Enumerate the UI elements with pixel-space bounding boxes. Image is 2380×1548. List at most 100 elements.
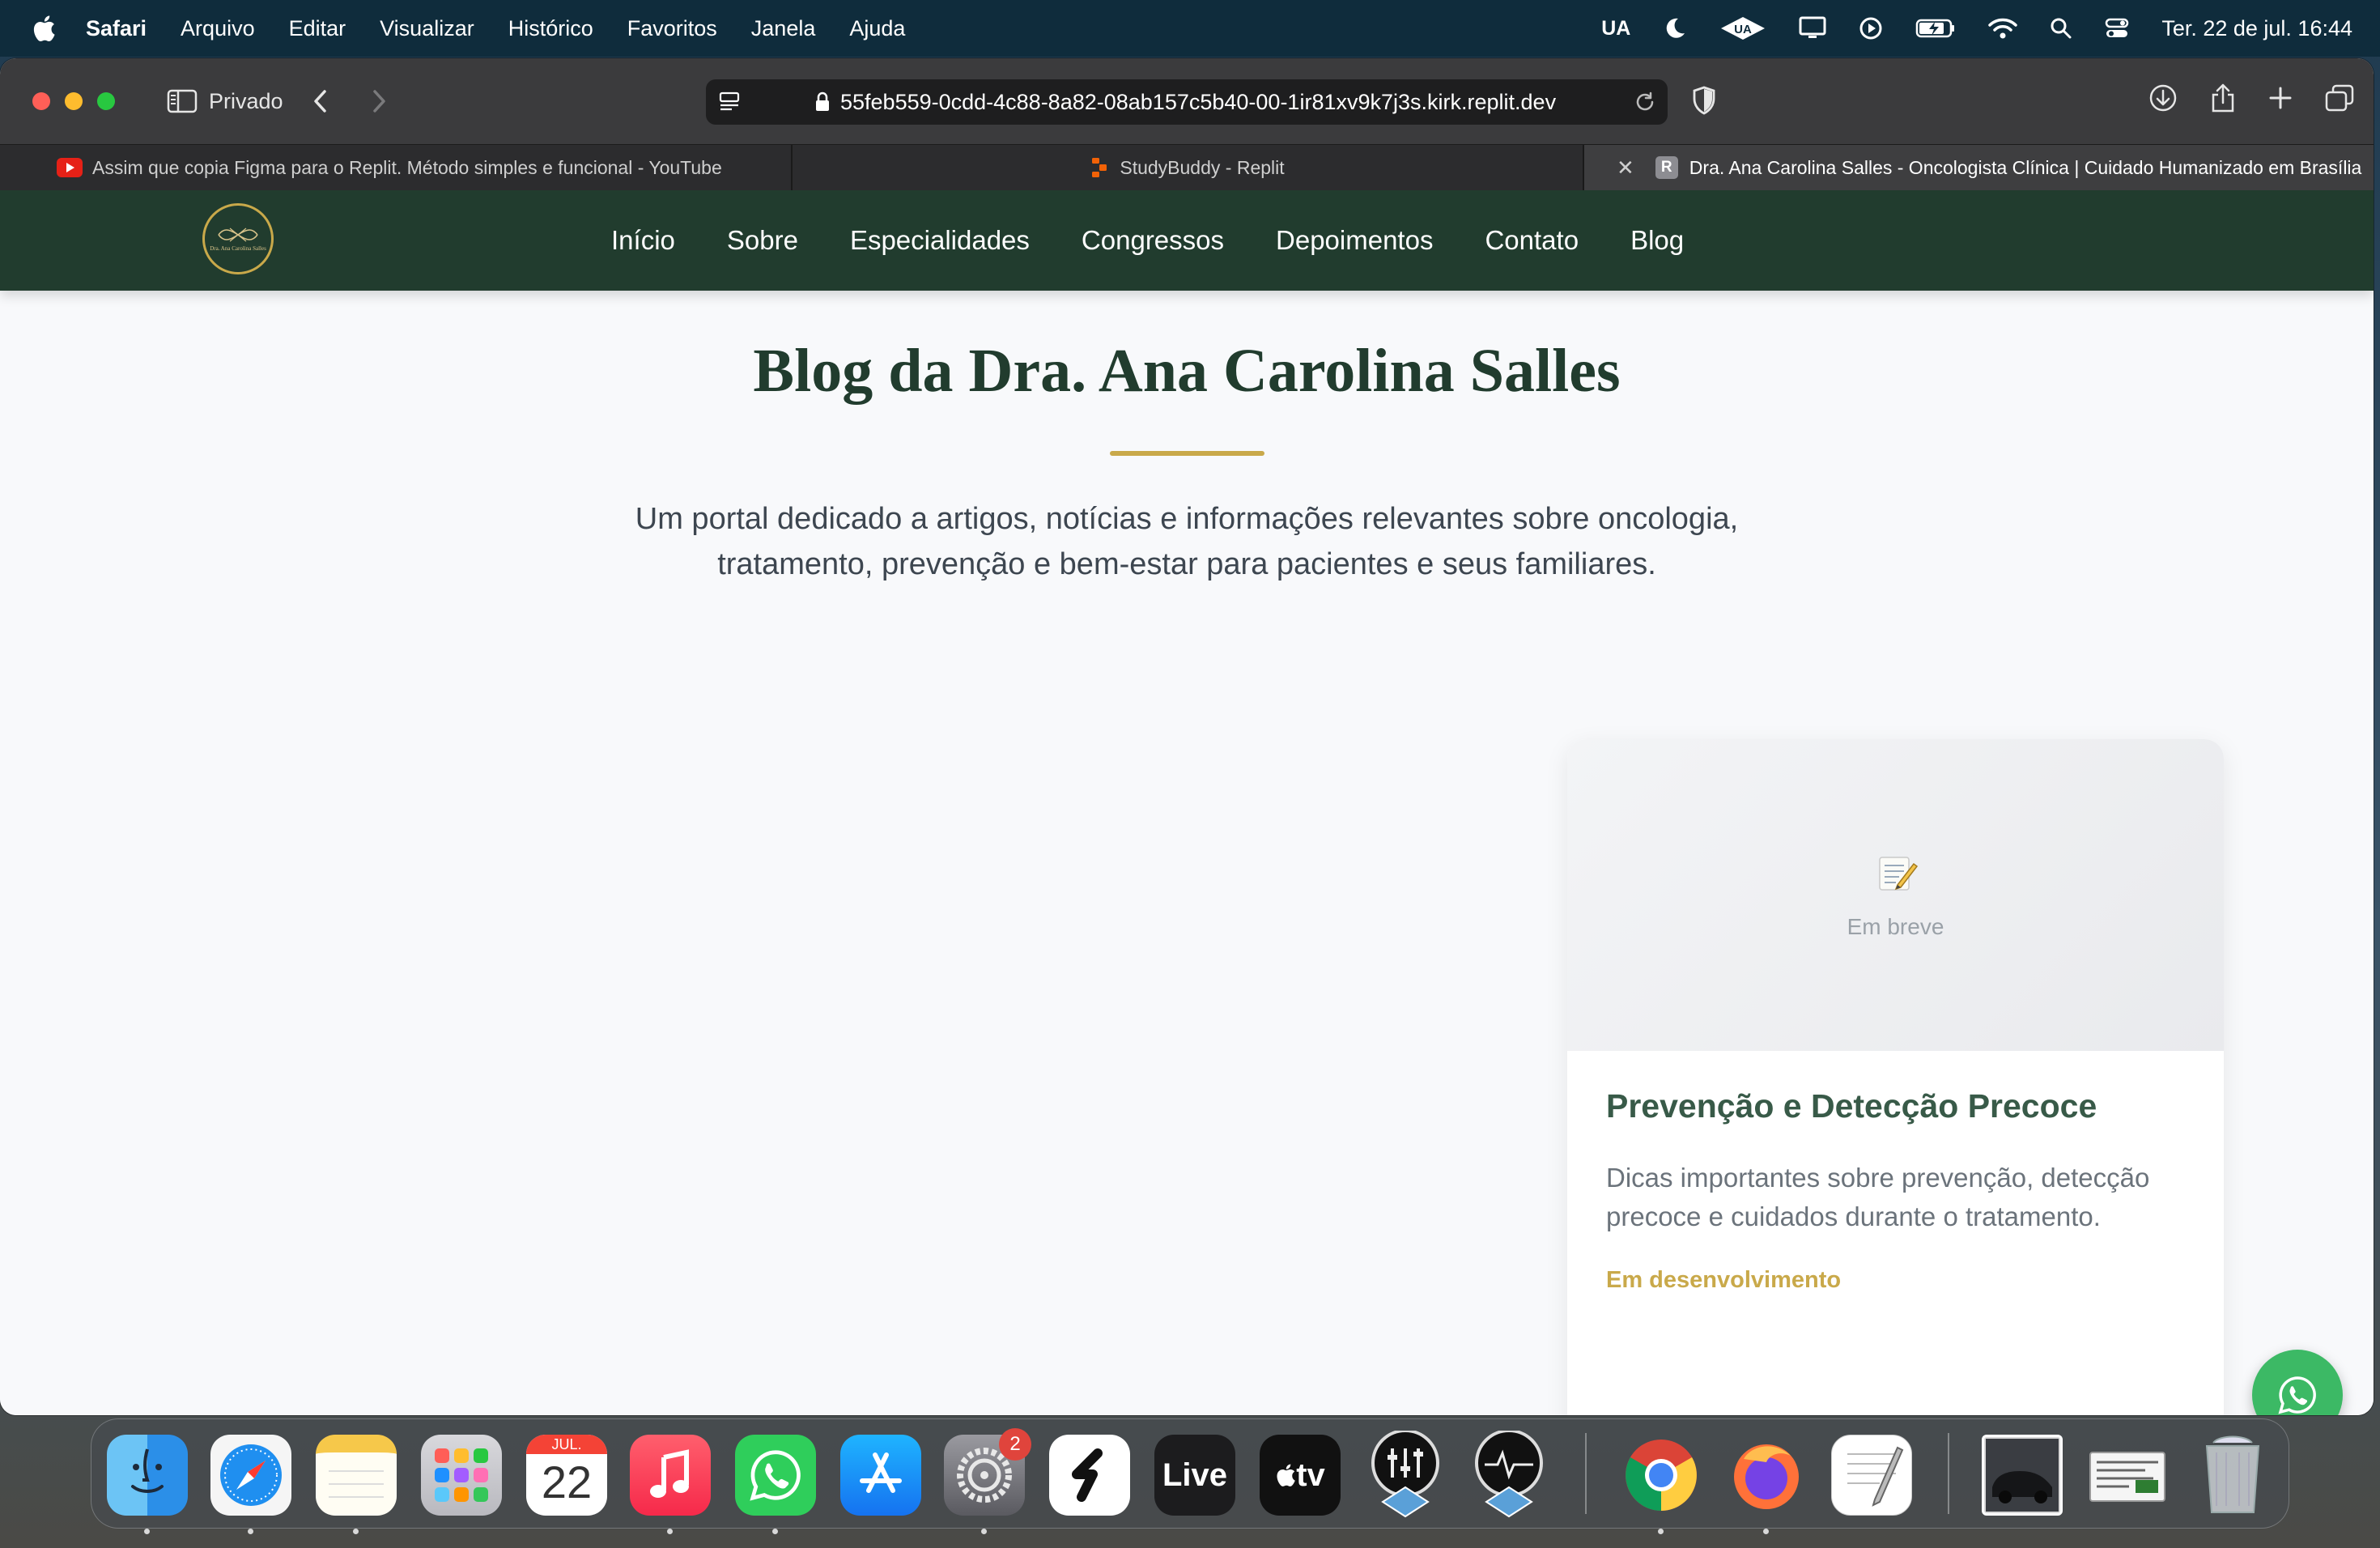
new-tab-icon[interactable]	[2268, 83, 2293, 113]
live-label: Live	[1162, 1457, 1228, 1493]
tab-studybuddy[interactable]: StudyBuddy - Replit	[791, 145, 1583, 190]
finder-icon	[131, 1448, 164, 1493]
tab-overview-icon[interactable]	[2325, 83, 2354, 113]
running-indicator	[1658, 1529, 1664, 1534]
site-logo[interactable]: Dra. Ana Carolina Salles	[202, 203, 274, 274]
window-controls	[32, 92, 130, 110]
safari-toolbar: Privado 55feb559-0cdd-4c88-8a82-08ab157c…	[0, 58, 2374, 144]
menu-app-name[interactable]: Safari	[86, 16, 147, 41]
dock-safari[interactable]	[210, 1435, 291, 1516]
search-icon[interactable]	[2050, 17, 2072, 40]
site-nav-links: Início Sobre Especialidades Congressos D…	[611, 190, 1736, 291]
chevron-left-icon	[313, 90, 326, 113]
menu-visualizar[interactable]: Visualizar	[380, 16, 474, 41]
nav-inicio[interactable]: Início	[611, 225, 675, 256]
address-bar[interactable]: 55feb559-0cdd-4c88-8a82-08ab157c5b40-00-…	[706, 79, 1668, 125]
uad-console-icon	[1371, 1431, 1439, 1518]
tab-youtube[interactable]: Assim que copia Figma para o Replit. Mét…	[0, 145, 791, 190]
sidebar-toggle-button[interactable]: Privado	[167, 89, 283, 114]
running-indicator	[353, 1529, 359, 1534]
dock-trash[interactable]	[2192, 1435, 2273, 1516]
dock-ableton-live[interactable]: Live	[1154, 1435, 1235, 1516]
nav-depoimentos[interactable]: Depoimentos	[1276, 225, 1433, 256]
notification-badge: 2	[999, 1428, 1031, 1461]
whatsapp-icon	[2278, 1376, 2316, 1414]
nav-contato[interactable]: Contato	[1485, 225, 1579, 256]
dock-chrome[interactable]	[1621, 1435, 1702, 1516]
launchpad-grid-icon	[435, 1448, 488, 1502]
whatsapp-button[interactable]	[2252, 1350, 2343, 1415]
moon-icon[interactable]	[1663, 16, 1687, 40]
blog-card[interactable]: Em breve Prevenção e Detecção Precoce Di…	[1567, 739, 2224, 1415]
forward-button[interactable]	[371, 89, 387, 113]
calendar-day: 22	[541, 1457, 593, 1508]
menu-historico[interactable]: Histórico	[508, 16, 593, 41]
privacy-shield-icon[interactable]	[1692, 86, 1716, 119]
ua-status-item[interactable]: UA	[1601, 17, 1630, 40]
wifi-icon[interactable]	[1988, 17, 2018, 40]
dock-whatsapp[interactable]	[735, 1435, 816, 1516]
car-photo-icon	[1986, 1439, 2059, 1512]
menu-arquivo[interactable]: Arquivo	[181, 16, 255, 41]
ribbon-logo-icon	[218, 228, 258, 242]
menu-favoritos[interactable]: Favoritos	[627, 16, 717, 41]
card-status[interactable]: Em desenvolvimento	[1606, 1267, 1841, 1294]
chrome-icon	[1626, 1440, 1697, 1511]
dock-textedit[interactable]	[1831, 1435, 1912, 1516]
minimize-window-button[interactable]	[65, 92, 83, 110]
now-playing-icon[interactable]	[1859, 16, 1883, 40]
battery-icon[interactable]	[1915, 18, 1956, 39]
running-indicator	[144, 1529, 150, 1534]
close-tab-icon[interactable]: ✕	[1617, 155, 1634, 181]
reload-icon[interactable]	[1634, 91, 1656, 119]
dock-notes[interactable]	[316, 1435, 397, 1516]
nav-sobre[interactable]: Sobre	[727, 225, 798, 256]
menu-bar: Safari Arquivo Editar Visualizar Históri…	[0, 0, 2380, 57]
card-description: Dicas importantes sobre prevenção, detec…	[1606, 1163, 2150, 1231]
apple-menu-icon[interactable]	[31, 15, 57, 42]
page-menu-icon[interactable]	[719, 91, 740, 113]
share-icon[interactable]	[2210, 83, 2236, 113]
dock-firefox[interactable]	[1726, 1435, 1807, 1516]
dock-setapp[interactable]	[1049, 1435, 1130, 1516]
menu-ajuda[interactable]: Ajuda	[849, 16, 905, 41]
nav-blog[interactable]: Blog	[1630, 225, 1684, 256]
dock-app-store[interactable]	[840, 1435, 921, 1516]
card-title[interactable]: Prevenção e Detecção Precoce	[1606, 1087, 2097, 1125]
dock-ua-connect[interactable]	[1468, 1431, 1549, 1518]
tab-active-site[interactable]: ✕ R Dra. Ana Carolina Salles - Oncologis…	[1583, 145, 2374, 190]
display-icon[interactable]	[1799, 16, 1826, 40]
url-text[interactable]: 55feb559-0cdd-4c88-8a82-08ab157c5b40-00-…	[840, 90, 1556, 115]
dock-uad-console[interactable]	[1365, 1431, 1446, 1518]
firefox-icon	[1734, 1444, 1799, 1509]
menu-editar[interactable]: Editar	[289, 16, 346, 41]
subtitle-line-2: tratamento, prevenção e bem-estar para p…	[717, 547, 1656, 581]
private-mode-label: Privado	[209, 88, 283, 113]
control-center-icon[interactable]	[2105, 16, 2129, 40]
close-window-button[interactable]	[32, 92, 50, 110]
menu-clock[interactable]: Ter. 22 de jul. 16:44	[2161, 16, 2352, 41]
ua-connect-icon[interactable]: UA	[1719, 15, 1766, 41]
dock-apple-tv[interactable]: tv	[1260, 1435, 1341, 1516]
app-store-icon	[860, 1452, 902, 1493]
nav-especialidades[interactable]: Especialidades	[850, 225, 1030, 256]
dock-music[interactable]	[630, 1435, 711, 1516]
site-favicon: R	[1655, 156, 1678, 179]
nav-congressos[interactable]: Congressos	[1082, 225, 1224, 256]
tab-bar: Assim que copia Figma para o Replit. Mét…	[0, 144, 2374, 191]
zoom-window-button[interactable]	[97, 92, 115, 110]
dock-launchpad[interactable]	[421, 1435, 502, 1516]
tv-label: tv	[1296, 1457, 1325, 1493]
dock-document-stack[interactable]	[2087, 1435, 2168, 1516]
dock-finder[interactable]	[107, 1435, 188, 1516]
site-navbar: Dra. Ana Carolina Salles Início Sobre Es…	[0, 190, 2374, 291]
memo-icon	[1873, 849, 1919, 899]
dock-calendar[interactable]: JUL. 22	[526, 1435, 607, 1516]
apple-logo-icon	[1277, 1464, 1295, 1486]
back-button[interactable]	[312, 89, 329, 113]
menu-janela[interactable]: Janela	[751, 16, 816, 41]
dock-system-settings[interactable]: 2	[944, 1428, 1031, 1516]
downloads-icon[interactable]	[2148, 83, 2178, 113]
dock-image-stack[interactable]	[1982, 1435, 2063, 1516]
running-indicator	[1763, 1529, 1769, 1534]
